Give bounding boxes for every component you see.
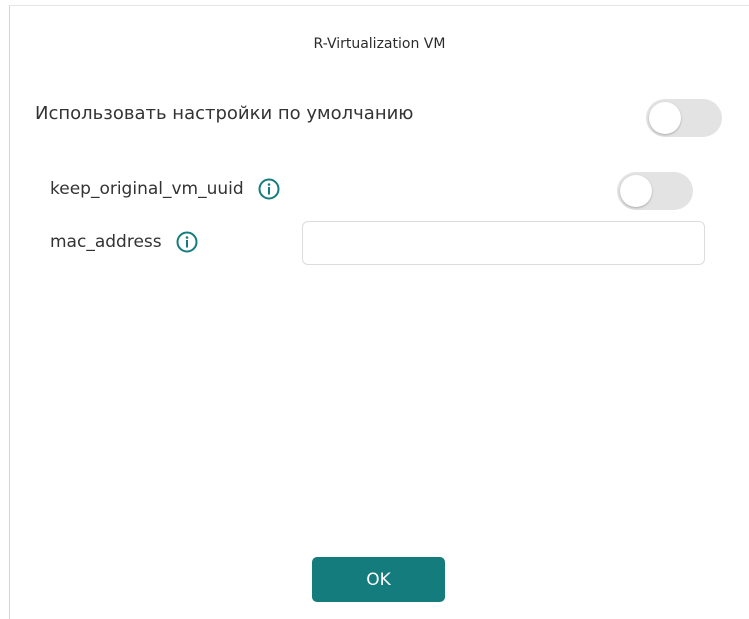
- use-defaults-toggle[interactable]: [646, 99, 722, 137]
- toggle-knob: [649, 102, 681, 134]
- info-icon[interactable]: [176, 231, 198, 253]
- keep-uuid-row: keep_original_vm_uuid: [50, 178, 280, 200]
- info-icon[interactable]: [258, 178, 280, 200]
- ok-button[interactable]: OK: [312, 557, 445, 602]
- defaults-row: Использовать настройки по умолчанию: [35, 103, 413, 124]
- mac-address-label: mac_address: [50, 232, 162, 252]
- mac-address-input[interactable]: [302, 221, 705, 265]
- toggle-knob: [620, 175, 652, 207]
- keep-uuid-label: keep_original_vm_uuid: [50, 179, 244, 199]
- settings-dialog: R-Virtualization VM Использовать настрой…: [9, 5, 749, 619]
- use-defaults-label: Использовать настройки по умолчанию: [35, 103, 414, 124]
- mac-address-row: mac_address: [50, 231, 198, 253]
- dialog-title: R-Virtualization VM: [313, 36, 446, 52]
- keep-uuid-toggle[interactable]: [617, 172, 693, 210]
